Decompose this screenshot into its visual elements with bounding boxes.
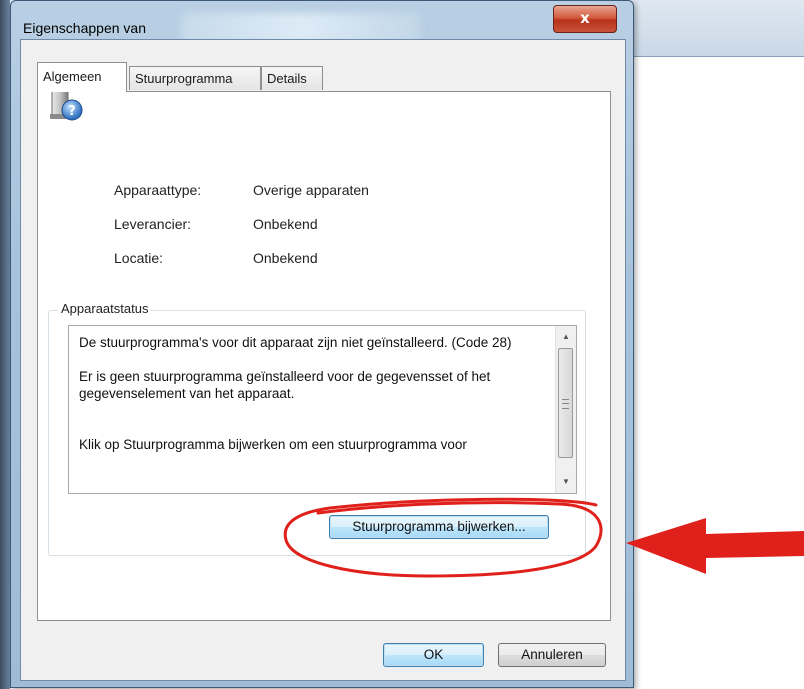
svg-text:?: ?: [68, 104, 76, 119]
status-paragraph: Klik op Stuurprogramma bijwerken om een …: [79, 437, 467, 452]
vendor-value: Onbekend: [253, 216, 318, 232]
device-status-text: De stuurprogramma's voor dit apparaat zi…: [79, 334, 539, 470]
device-type-value: Overige apparaten: [253, 182, 369, 198]
vendor-label: Leverancier:: [114, 216, 192, 232]
tab-details-label: Details: [267, 71, 307, 86]
device-type-label: Apparaattype:: [114, 182, 202, 198]
tab-details[interactable]: Details: [261, 66, 323, 90]
background-divider: [620, 56, 804, 57]
close-icon: x: [580, 9, 590, 27]
device-status-textbox[interactable]: De stuurprogramma's voor dit apparaat zi…: [68, 325, 577, 494]
update-driver-button[interactable]: Stuurprogramma bijwerken...: [329, 515, 549, 539]
dialog-title: Eigenschappen van: [23, 20, 146, 36]
cancel-button[interactable]: Annuleren: [498, 643, 606, 667]
status-scrollbar[interactable]: ▲ ▼: [555, 326, 576, 493]
tab-general-label: Algemeen: [43, 69, 102, 84]
location-value: Onbekend: [253, 250, 318, 266]
device-status-title: Apparaatstatus: [58, 301, 152, 316]
background-left-edge: [0, 0, 10, 689]
location-label: Locatie:: [114, 250, 164, 266]
tab-general[interactable]: Algemeen: [37, 62, 127, 92]
tab-driver[interactable]: Stuurprogramma: [129, 66, 261, 90]
ok-button[interactable]: OK: [383, 643, 484, 667]
scroll-grip-icon: [562, 399, 569, 409]
scroll-up-icon[interactable]: ▲: [556, 328, 576, 346]
status-paragraph: De stuurprogramma's voor dit apparaat zi…: [79, 335, 512, 350]
status-paragraph: Er is geen stuurprogramma geïnstalleerd …: [79, 369, 491, 401]
tab-driver-label: Stuurprogramma: [135, 71, 233, 86]
scroll-thumb[interactable]: [558, 348, 573, 458]
scroll-down-icon[interactable]: ▼: [556, 473, 576, 491]
close-button[interactable]: x: [553, 5, 617, 33]
